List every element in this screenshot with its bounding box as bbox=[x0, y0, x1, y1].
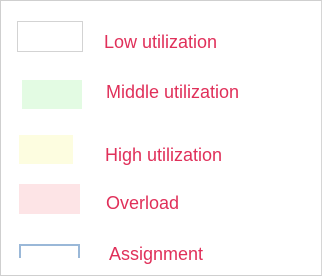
overload-swatch bbox=[19, 184, 80, 214]
assignment-swatch bbox=[19, 244, 80, 258]
overload-label: Overload bbox=[106, 193, 180, 213]
low-utilization-swatch bbox=[17, 21, 83, 52]
assignment-label: Assignment bbox=[109, 244, 204, 264]
utilization-legend: Low utilization Middle utilization High … bbox=[0, 0, 322, 276]
high-utilization-swatch bbox=[19, 135, 73, 164]
middle-utilization-swatch bbox=[22, 80, 82, 109]
high-utilization-label: High utilization bbox=[105, 145, 223, 165]
middle-utilization-label: Middle utilization bbox=[106, 82, 240, 102]
low-utilization-label: Low utilization bbox=[104, 32, 218, 52]
